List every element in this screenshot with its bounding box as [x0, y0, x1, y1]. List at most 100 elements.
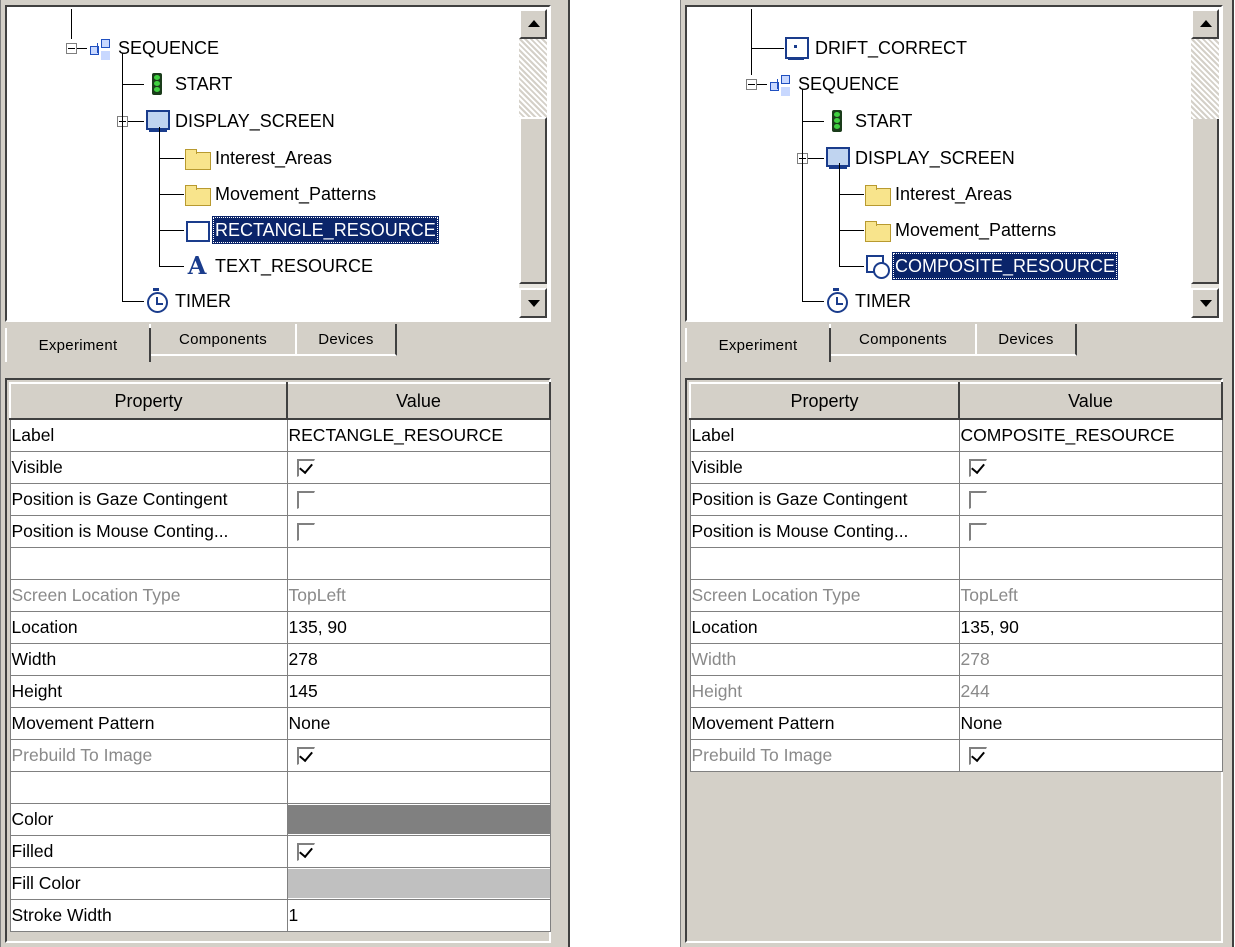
color-swatch[interactable] — [288, 805, 549, 834]
collapse-toggle[interactable] — [66, 43, 77, 54]
property-row[interactable]: Position is Mouse Conting... — [9, 515, 551, 548]
tree-node-interest-areas[interactable]: Interest_Areas — [184, 143, 335, 173]
collapse-toggle[interactable] — [746, 79, 757, 90]
scroll-track[interactable] — [1191, 39, 1219, 119]
property-column-header[interactable]: Property — [9, 382, 288, 420]
scroll-track[interactable] — [519, 39, 547, 119]
tree-scrollbar[interactable] — [519, 9, 547, 318]
property-value[interactable] — [958, 515, 1223, 548]
property-row[interactable]: Label COMPOSITE_RESOURCE — [689, 418, 1223, 452]
checkbox[interactable] — [296, 523, 315, 542]
property-row[interactable]: Position is Gaze Contingent — [9, 483, 551, 516]
property-value[interactable] — [958, 739, 1223, 772]
property-value[interactable] — [286, 771, 551, 804]
property-row[interactable] — [9, 547, 551, 580]
tab-devices[interactable]: Devices — [295, 324, 397, 356]
tab-devices[interactable]: Devices — [975, 324, 1077, 356]
property-value[interactable] — [286, 803, 551, 836]
tree-node-timer[interactable]: TIMER — [144, 286, 234, 316]
tab-components[interactable]: Components — [149, 324, 297, 356]
scroll-up-button[interactable] — [1191, 9, 1219, 39]
tree-node-timer[interactable]: TIMER — [824, 286, 914, 316]
property-value[interactable] — [286, 739, 551, 772]
tree-node-drift-correct[interactable]: DRIFT_CORRECT — [784, 33, 970, 63]
property-row[interactable]: Height 244 — [689, 675, 1223, 708]
tree-node-movement-patterns[interactable]: Movement_Patterns — [864, 215, 1059, 245]
value-column-header[interactable]: Value — [958, 382, 1223, 420]
property-value[interactable] — [286, 547, 551, 580]
tree-node-display-screen[interactable]: DISPLAY_SCREEN — [824, 143, 1018, 173]
property-value[interactable]: COMPOSITE_RESOURCE — [958, 418, 1223, 452]
property-row[interactable]: Stroke Width 1 — [9, 899, 551, 932]
property-row[interactable]: Fill Color — [9, 867, 551, 900]
property-row[interactable]: Prebuild To Image — [9, 739, 551, 772]
property-row[interactable]: Label RECTANGLE_RESOURCE — [9, 418, 551, 452]
property-value[interactable]: 278 — [958, 643, 1223, 676]
property-row[interactable]: Width 278 — [9, 643, 551, 676]
property-column-header[interactable]: Property — [689, 382, 960, 420]
property-row[interactable]: Position is Gaze Contingent — [689, 483, 1223, 516]
tab-components[interactable]: Components — [829, 324, 977, 356]
property-value[interactable]: 1 — [286, 899, 551, 932]
property-value[interactable]: 244 — [958, 675, 1223, 708]
checkbox[interactable] — [968, 459, 987, 478]
property-value[interactable]: 135, 90 — [958, 611, 1223, 644]
property-value[interactable]: 145 — [286, 675, 551, 708]
color-swatch[interactable] — [288, 869, 549, 898]
property-value[interactable] — [286, 867, 551, 900]
property-value[interactable] — [286, 483, 551, 516]
property-value[interactable]: 135, 90 — [286, 611, 551, 644]
property-row[interactable]: Width 278 — [689, 643, 1223, 676]
property-row[interactable]: Location 135, 90 — [9, 611, 551, 644]
tree-node-rectangle-resource[interactable]: RECTANGLE_RESOURCE — [184, 215, 439, 245]
property-value[interactable] — [286, 451, 551, 484]
tree-node-movement-patterns[interactable]: Movement_Patterns — [184, 179, 379, 209]
checkbox[interactable] — [968, 491, 987, 510]
tree-node-composite-resource[interactable]: COMPOSITE_RESOURCE — [864, 251, 1119, 281]
property-row[interactable]: Movement Pattern None — [9, 707, 551, 740]
property-value[interactable]: None — [286, 707, 551, 740]
property-value[interactable]: None — [958, 707, 1223, 740]
property-row[interactable]: Filled — [9, 835, 551, 868]
tree-node-sequence[interactable]: SEQUENCE — [767, 69, 902, 99]
property-value[interactable] — [286, 515, 551, 548]
property-row[interactable]: Color — [9, 803, 551, 836]
property-value[interactable] — [958, 483, 1223, 516]
checkbox[interactable] — [296, 491, 315, 510]
scroll-thumb[interactable] — [519, 117, 547, 284]
tree-node-sequence[interactable]: SEQUENCE — [87, 33, 222, 63]
checkbox[interactable] — [296, 459, 315, 478]
tree-scrollbar[interactable] — [1191, 9, 1219, 318]
property-row[interactable]: Screen Location Type TopLeft — [689, 579, 1223, 612]
property-value[interactable] — [958, 451, 1223, 484]
property-value[interactable] — [286, 835, 551, 868]
property-row[interactable]: Movement Pattern None — [689, 707, 1223, 740]
property-value[interactable]: TopLeft — [958, 579, 1223, 612]
property-row[interactable] — [9, 771, 551, 804]
value-column-header[interactable]: Value — [286, 382, 551, 420]
tree-node-start[interactable]: START — [824, 106, 915, 136]
checkbox[interactable] — [296, 843, 315, 862]
property-value[interactable] — [958, 547, 1223, 580]
property-row[interactable]: Prebuild To Image — [689, 739, 1223, 772]
property-value[interactable]: TopLeft — [286, 579, 551, 612]
tree-node-display-screen[interactable]: DISPLAY_SCREEN — [144, 106, 338, 136]
property-value[interactable]: RECTANGLE_RESOURCE — [286, 418, 551, 452]
checkbox[interactable] — [968, 523, 987, 542]
scroll-up-button[interactable] — [519, 9, 547, 39]
tree-node-text-resource[interactable]: A TEXT_RESOURCE — [184, 251, 376, 281]
scroll-down-button[interactable] — [1191, 288, 1219, 318]
property-row[interactable]: Location 135, 90 — [689, 611, 1223, 644]
tree-node-start[interactable]: START — [144, 69, 235, 99]
property-row[interactable]: Visible — [9, 451, 551, 484]
tree-node-interest-areas[interactable]: Interest_Areas — [864, 179, 1015, 209]
property-row[interactable]: Visible — [689, 451, 1223, 484]
scroll-down-button[interactable] — [519, 288, 547, 318]
property-row[interactable]: Screen Location Type TopLeft — [9, 579, 551, 612]
property-row[interactable] — [689, 547, 1223, 580]
property-row[interactable]: Position is Mouse Conting... — [689, 515, 1223, 548]
scroll-thumb[interactable] — [1191, 117, 1219, 284]
tab-experiment[interactable]: Experiment — [685, 328, 831, 362]
tab-experiment[interactable]: Experiment — [5, 328, 151, 362]
property-row[interactable]: Height 145 — [9, 675, 551, 708]
